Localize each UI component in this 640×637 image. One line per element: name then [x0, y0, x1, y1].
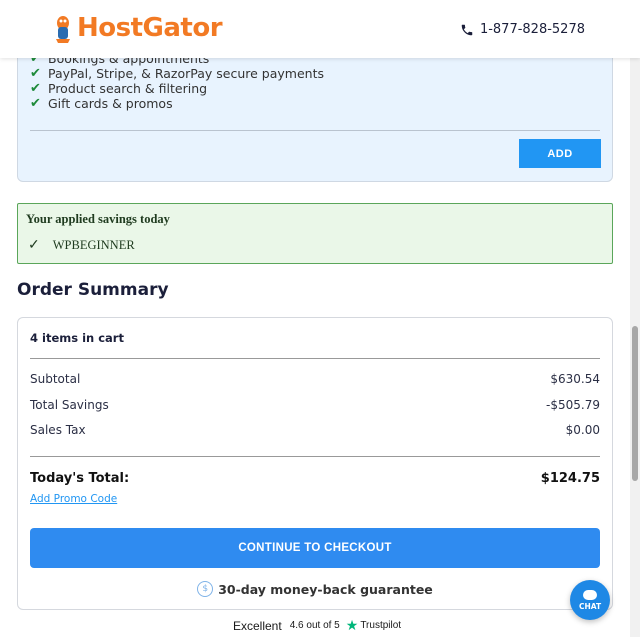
row-label: Sales Tax — [30, 423, 86, 437]
check-icon: ✔ — [30, 96, 41, 111]
subtotal-row: Subtotal $630.54 — [30, 372, 600, 386]
row-value: $0.00 — [565, 423, 600, 437]
add-promo-code-link[interactable]: Add Promo Code — [30, 493, 117, 505]
row-value: $630.54 — [550, 372, 600, 386]
savings-code-row: ✓ WPBEGINNER — [28, 237, 135, 254]
chat-bubble-icon — [583, 589, 597, 600]
site-header: HostGator 1-877-828-5278 — [0, 0, 640, 58]
trust-score: 4.6 out of 5 — [289, 620, 340, 631]
trustpilot-brand: Trustpilot — [360, 620, 402, 631]
todays-total-row: Today's Total: $124.75 — [30, 471, 600, 486]
row-label: Subtotal — [30, 372, 81, 386]
continue-to-checkout-button[interactable]: CONTINUE TO CHECKOUT — [30, 528, 600, 568]
logo-text: HostGator — [77, 13, 223, 43]
scrollbar-thumb[interactable] — [632, 326, 638, 481]
trust-rating-label: Excellent — [233, 618, 282, 633]
total-value: $124.75 — [540, 471, 600, 486]
logo[interactable]: HostGator — [52, 13, 223, 43]
guarantee-text: 30-day money-back guarantee — [218, 581, 433, 597]
dollar-shield-icon: $ — [197, 581, 214, 597]
divider — [30, 130, 600, 131]
chat-label: CHAT — [578, 601, 602, 611]
phone-icon — [461, 24, 473, 35]
add-button[interactable]: ADD — [519, 139, 601, 168]
order-summary-card: 4 items in cart Subtotal $630.54 Total S… — [17, 317, 613, 610]
total-label: Today's Total: — [30, 471, 130, 486]
feature-item: ✔ Product search & filtering — [30, 81, 208, 96]
total-savings-row: Total Savings -$505.79 — [30, 398, 600, 412]
divider — [30, 358, 600, 359]
phone-number: 1-877-828-5278 — [479, 22, 585, 37]
trustpilot-star-icon: ★ — [345, 617, 359, 633]
feature-item: ✔ PayPal, Stripe, & RazorPay secure payme… — [30, 66, 324, 81]
order-summary-title: Order Summary — [17, 280, 169, 300]
feature-item: ✔ Gift cards & promos — [30, 96, 173, 111]
row-label: Total Savings — [30, 398, 109, 412]
phone-link[interactable]: 1-877-828-5278 — [460, 22, 585, 37]
check-icon: ✔ — [30, 66, 41, 81]
cart-count: 4 items in cart — [30, 331, 124, 345]
chat-button[interactable]: CHAT — [570, 580, 610, 620]
divider — [30, 456, 600, 457]
check-icon: ✔ — [30, 81, 41, 96]
promo-code: WPBEGINNER — [52, 238, 135, 252]
sales-tax-row: Sales Tax $0.00 — [30, 423, 600, 437]
feature-list: ✔ Bookings & appointments ✔ PayPal, Stripe… — [30, 51, 324, 111]
money-back-guarantee: $ 30-day money-back guarantee — [18, 581, 612, 597]
applied-savings-box: Your applied savings today ✓ WPBEGINNER — [17, 203, 613, 264]
savings-title: Your applied savings today — [26, 212, 170, 226]
row-value: -$505.79 — [546, 398, 600, 412]
check-icon: ✓ — [28, 238, 40, 253]
gator-mascot-icon — [52, 13, 74, 43]
trustpilot-widget[interactable]: Excellent 4.6 out of 5 ★ Trustpilot — [233, 617, 401, 634]
